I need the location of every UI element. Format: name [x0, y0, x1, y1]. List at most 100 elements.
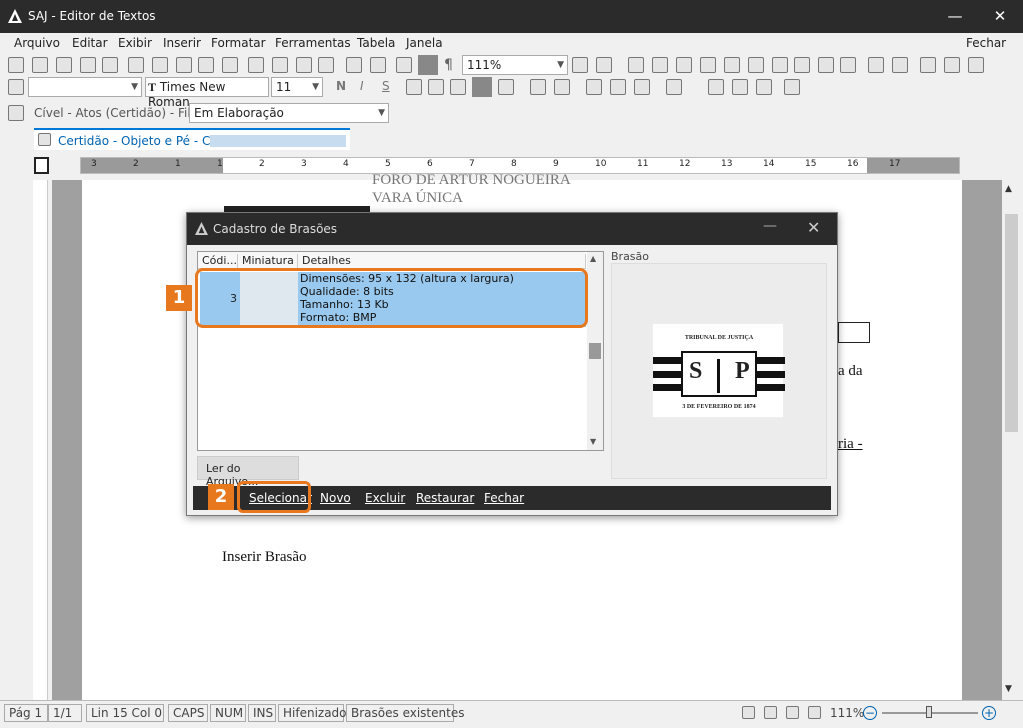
layout-6-icon[interactable]: [748, 57, 764, 73]
tree-icon[interactable]: [892, 57, 908, 73]
view-draft-icon[interactable]: [764, 706, 777, 719]
menu-formatar[interactable]: Formatar: [211, 36, 266, 50]
layout-5-icon[interactable]: [724, 57, 740, 73]
menu-exibir[interactable]: Exibir: [118, 36, 152, 50]
new-button[interactable]: Novo: [320, 491, 351, 505]
dialog-minimize-button[interactable]: —: [763, 218, 777, 234]
scroll-down-icon[interactable]: ▼: [590, 437, 596, 446]
view-web-icon[interactable]: [808, 706, 821, 719]
list-scrollbar-thumb[interactable]: [589, 343, 601, 359]
layout-8-icon[interactable]: [794, 57, 810, 73]
restore-button[interactable]: Restaurar: [416, 491, 474, 505]
layout-2-icon[interactable]: [652, 57, 668, 73]
menu-janela[interactable]: Janela: [406, 36, 443, 50]
close-dialog-button[interactable]: Fechar: [484, 491, 524, 505]
format-painter-icon[interactable]: [318, 57, 334, 73]
layout-7-icon[interactable]: [772, 57, 788, 73]
status-pages: 1/1: [48, 704, 82, 722]
underline-button[interactable]: S: [382, 79, 390, 93]
borders-icon[interactable]: [634, 79, 650, 95]
zoom-out-button[interactable]: −: [863, 706, 877, 720]
menu-tabela[interactable]: Tabela: [357, 36, 395, 50]
new-document-icon[interactable]: [8, 57, 24, 73]
column-details[interactable]: Detalhes: [298, 254, 586, 269]
read-file-button[interactable]: Ler do Arquivo...: [197, 456, 299, 488]
layout-1-icon[interactable]: [628, 57, 644, 73]
justify-icon[interactable]: [472, 77, 492, 97]
pilcrow-icon[interactable]: ¶: [444, 57, 453, 73]
list-view-icon[interactable]: [968, 57, 984, 73]
font-size-select[interactable]: 11 ▼: [271, 77, 323, 97]
filter-icon[interactable]: [944, 57, 960, 73]
copy-icon[interactable]: [272, 57, 288, 73]
export-icon[interactable]: [920, 57, 936, 73]
font-color-icon[interactable]: [666, 79, 682, 95]
grow-font-icon[interactable]: [708, 79, 724, 95]
menu-editar[interactable]: Editar: [72, 36, 108, 50]
menu-inserir[interactable]: Inserir: [163, 36, 201, 50]
column-thumbnail[interactable]: Miniatura: [238, 254, 298, 269]
align-right-icon[interactable]: [450, 79, 466, 95]
print-setup-icon[interactable]: [176, 57, 192, 73]
zoom-select[interactable]: 111% ▼: [462, 55, 568, 75]
redo-icon[interactable]: [370, 57, 386, 73]
minimize-button[interactable]: —: [932, 0, 978, 33]
scrollbar-thumb[interactable]: [1005, 214, 1018, 432]
print-icon[interactable]: [128, 57, 144, 73]
view-outline-icon[interactable]: [786, 706, 799, 719]
menu-ferramentas[interactable]: Ferramentas: [275, 36, 351, 50]
superscript-icon[interactable]: [756, 79, 772, 95]
font-select[interactable]: T Times New Roman: [145, 77, 269, 109]
paste-icon[interactable]: [296, 57, 312, 73]
column-code[interactable]: Códi...: [198, 254, 238, 269]
change-case-icon[interactable]: [784, 79, 800, 95]
line-spacing-icon[interactable]: [498, 79, 514, 95]
zoom-in-icon[interactable]: [596, 57, 612, 73]
callout-badge-1: 1: [166, 285, 192, 311]
email-icon[interactable]: [198, 57, 214, 73]
scroll-down-icon[interactable]: ▼: [1005, 684, 1012, 694]
open-folder-icon[interactable]: [56, 57, 72, 73]
layout-4-icon[interactable]: [700, 57, 716, 73]
align-center-icon[interactable]: [428, 79, 444, 95]
table-icon[interactable]: [396, 57, 412, 73]
cut-icon[interactable]: [248, 57, 264, 73]
list-scrollbar[interactable]: ▲ ▼: [587, 252, 603, 450]
increase-indent-icon[interactable]: [610, 79, 626, 95]
align-left-icon[interactable]: [406, 79, 422, 95]
bold-button[interactable]: N: [336, 79, 346, 93]
spellcheck-icon[interactable]: [222, 57, 238, 73]
close-button[interactable]: ✕: [977, 0, 1023, 33]
zoom-out-icon[interactable]: [572, 57, 588, 73]
style-select[interactable]: ▼: [28, 77, 142, 97]
undo-icon[interactable]: [346, 57, 362, 73]
save-as-icon[interactable]: [80, 57, 96, 73]
numbering-icon[interactable]: [554, 79, 570, 95]
zoom-slider-thumb[interactable]: [926, 706, 932, 718]
insert-field-icon[interactable]: [868, 57, 884, 73]
style-icon[interactable]: [8, 79, 24, 95]
save-icon[interactable]: [102, 57, 118, 73]
delete-button[interactable]: Excluir: [365, 491, 405, 505]
scroll-up-icon[interactable]: ▲: [1005, 184, 1012, 194]
dialog-close-button[interactable]: ✕: [807, 218, 820, 237]
queue-select[interactable]: Em Elaboração ▼: [189, 103, 389, 123]
print-preview-icon[interactable]: [152, 57, 168, 73]
shrink-font-icon[interactable]: [732, 79, 748, 95]
tab-stop-selector[interactable]: [34, 157, 49, 174]
split-cells-icon[interactable]: [840, 57, 856, 73]
zoom-in-button[interactable]: +: [982, 706, 996, 720]
menu-fechar[interactable]: Fechar: [966, 36, 1006, 50]
scroll-up-icon[interactable]: ▲: [590, 254, 596, 263]
new-icon[interactable]: [32, 57, 48, 73]
view-page-icon[interactable]: [742, 706, 755, 719]
layout-3-icon[interactable]: [676, 57, 692, 73]
decrease-indent-icon[interactable]: [586, 79, 602, 95]
bullets-icon[interactable]: [530, 79, 546, 95]
document-tab[interactable]: Certidão - Objeto e Pé - Cível: [34, 128, 350, 150]
vertical-scrollbar[interactable]: ▲ ▼: [1002, 180, 1021, 700]
menu-arquivo[interactable]: Arquivo: [14, 36, 60, 50]
merge-cells-icon[interactable]: [818, 57, 834, 73]
italic-button[interactable]: I: [360, 79, 364, 93]
grid-toggle-icon[interactable]: [418, 55, 438, 75]
